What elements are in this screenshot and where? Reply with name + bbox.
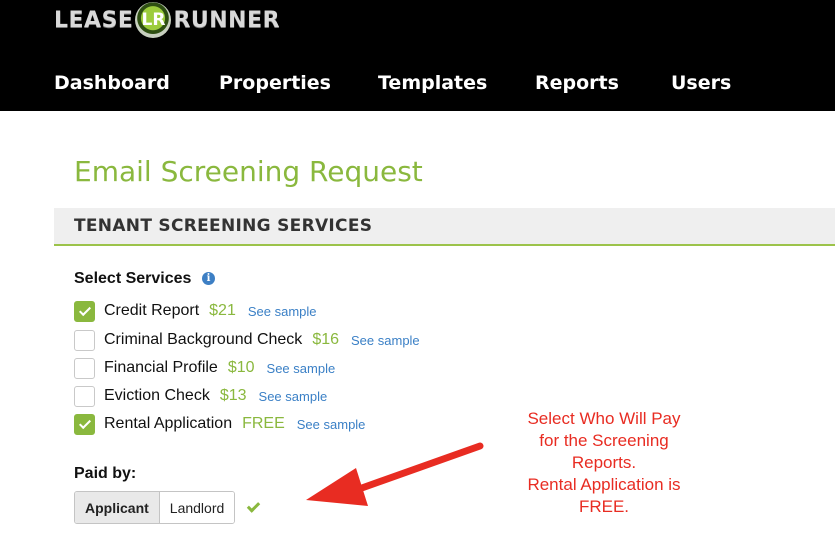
service-name: Criminal Background Check xyxy=(104,331,303,348)
criminal-background-checkbox[interactable] xyxy=(74,329,95,351)
nav-templates[interactable]: Templates xyxy=(378,72,487,94)
logo-text-left: LEASE xyxy=(54,7,134,33)
financial-profile-checkbox[interactable] xyxy=(74,357,95,379)
annotation-line: FREE. xyxy=(578,497,630,516)
info-icon[interactable]: i xyxy=(202,272,215,285)
eviction-check-checkbox[interactable] xyxy=(74,385,95,407)
service-row-criminal-background: Criminal Background Check $16 See sample xyxy=(74,329,420,351)
service-price: FREE xyxy=(242,415,285,432)
nav-users[interactable]: Users xyxy=(671,72,731,94)
checkmark-icon xyxy=(246,499,261,513)
see-sample-link[interactable]: See sample xyxy=(297,417,366,432)
leaserunner-logo[interactable]: LEASE LR RUNNER xyxy=(54,0,280,40)
see-sample-link[interactable]: See sample xyxy=(248,304,317,319)
service-row-credit-report: Credit Report $21 See sample xyxy=(74,300,317,322)
annotation-text: Select Who Will Pay for the Screening Re… xyxy=(514,408,694,518)
see-sample-link[interactable]: See sample xyxy=(267,361,336,376)
select-services-label: Select Services xyxy=(74,270,192,287)
service-name: Rental Application xyxy=(104,415,233,432)
logo-text-right: RUNNER xyxy=(173,7,281,33)
paid-by-toggle: Applicant Landlord xyxy=(74,491,236,524)
see-sample-link[interactable]: See sample xyxy=(351,333,420,348)
nav-properties[interactable]: Properties xyxy=(219,72,331,94)
service-price: $21 xyxy=(209,302,236,319)
annotation-line: Reports. xyxy=(571,453,637,472)
rental-application-checkbox[interactable] xyxy=(74,413,95,435)
service-price: $10 xyxy=(227,359,255,376)
annotation-line: for the Screening xyxy=(539,431,669,450)
service-name: Eviction Check xyxy=(104,387,210,404)
nav-reports[interactable]: Reports xyxy=(535,72,619,94)
page-title: Email Screening Request xyxy=(74,155,423,188)
annotation-line: Rental Application is xyxy=(527,475,681,494)
nav-dashboard[interactable]: Dashboard xyxy=(54,72,170,94)
annotation-line: Select Who Will Pay xyxy=(527,409,681,428)
logo-mark-icon: LR xyxy=(135,2,172,38)
credit-report-checkbox[interactable] xyxy=(74,300,95,322)
service-row-financial-profile: Financial Profile $10 See sample xyxy=(74,357,335,379)
see-sample-link[interactable]: See sample xyxy=(259,389,328,404)
service-row-rental-application: Rental Application FREE See sample xyxy=(74,413,365,435)
applicant-option-button[interactable]: Applicant xyxy=(75,492,160,523)
main-nav: Dashboard Properties Templates Reports U… xyxy=(0,72,835,98)
service-name: Credit Report xyxy=(104,302,200,319)
service-name: Financial Profile xyxy=(104,359,218,376)
service-price: $13 xyxy=(219,387,247,404)
paid-by-label: Paid by: xyxy=(74,465,137,482)
section-header: TENANT SCREENING SERVICES xyxy=(54,208,835,246)
landlord-option-button[interactable]: Landlord xyxy=(159,492,235,523)
red-arrow-annotation xyxy=(306,442,484,506)
top-navigation-bar: LEASE LR RUNNER Dashboard Properties Tem… xyxy=(0,0,835,111)
section-title: TENANT SCREENING SERVICES xyxy=(74,216,373,236)
service-row-eviction-check: Eviction Check $13 See sample xyxy=(74,385,327,407)
service-price: $16 xyxy=(312,331,340,348)
